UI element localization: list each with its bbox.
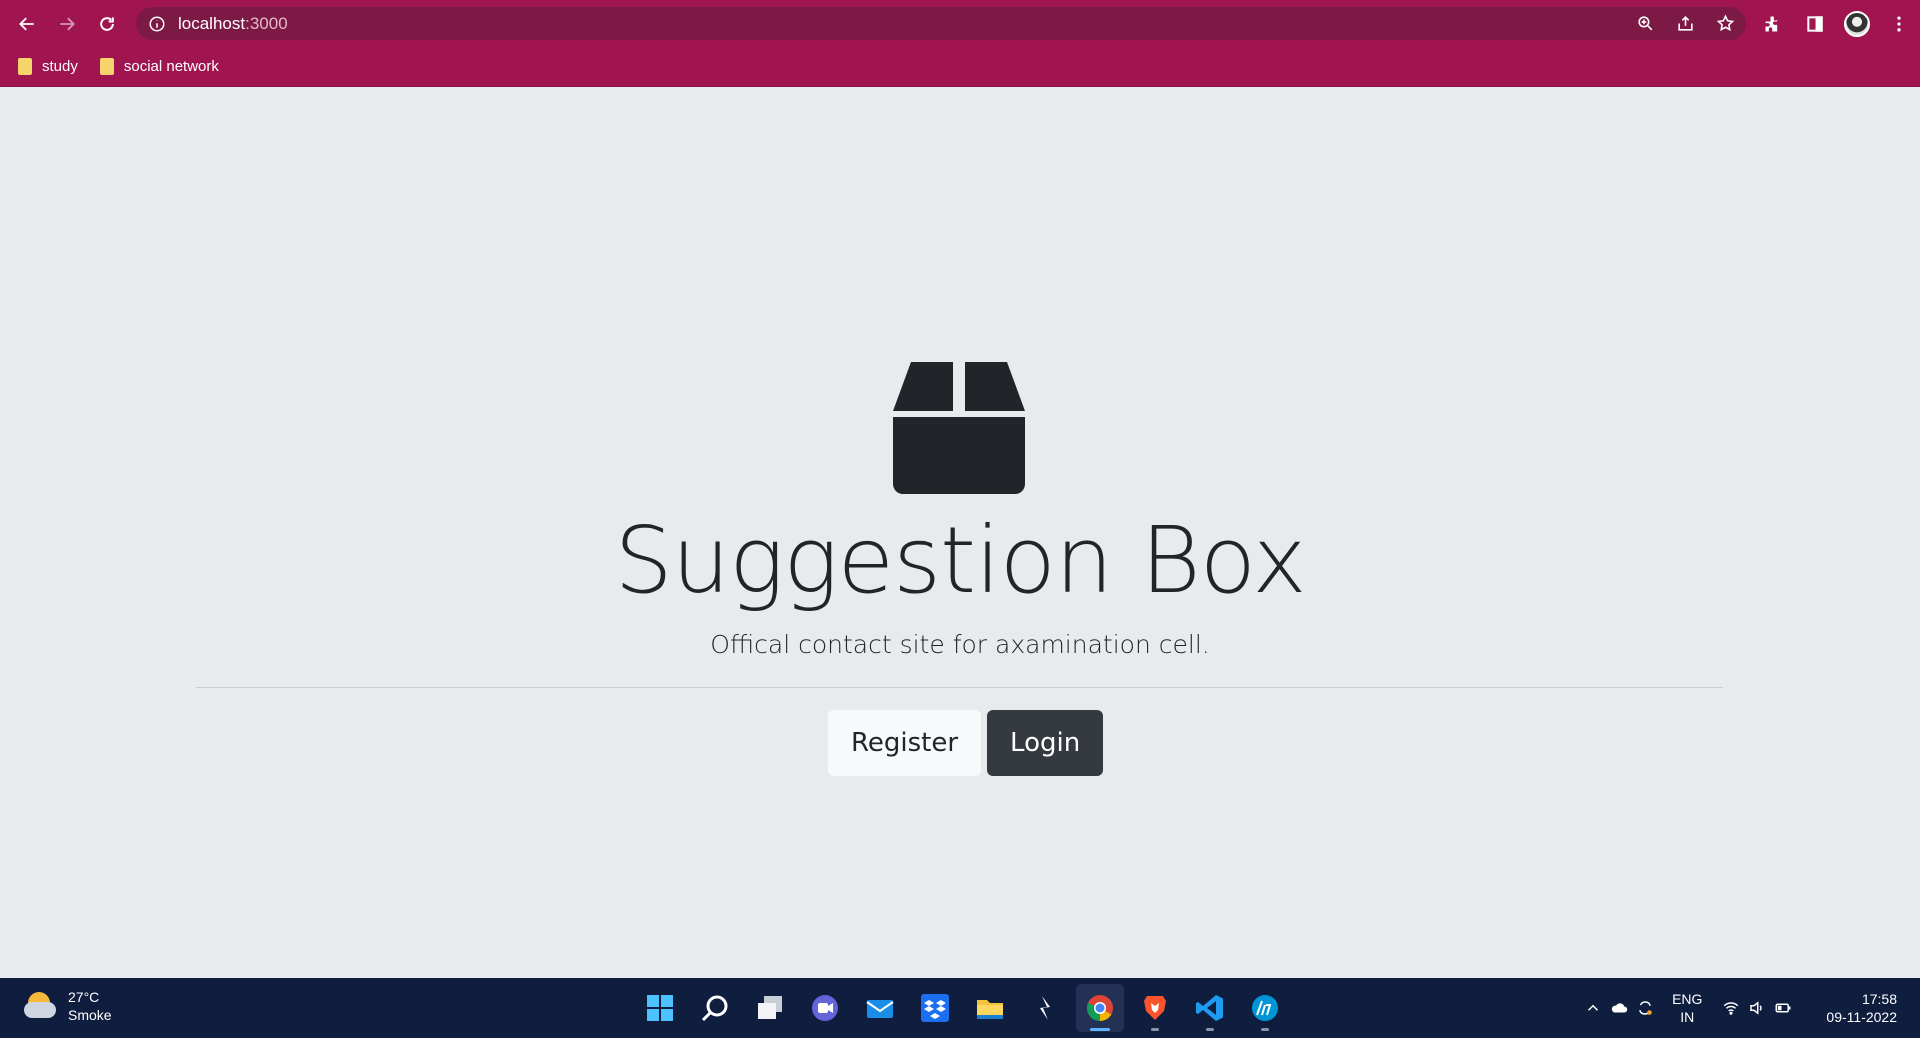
partly-cloudy-icon (24, 992, 56, 1020)
battery-icon[interactable] (1770, 995, 1796, 1021)
brave-button[interactable] (1131, 984, 1179, 1032)
teams-chat-button[interactable] (801, 984, 849, 1032)
folder-icon (99, 58, 114, 75)
open-indicator (1206, 1028, 1214, 1031)
brave-icon (1144, 996, 1166, 1020)
active-indicator (1090, 1028, 1110, 1031)
site-info-icon[interactable] (148, 15, 166, 33)
clock-time: 17:58 (1861, 991, 1897, 1007)
taskbar: 27°C Smoke ENG IN 17:58 09-11-2022 (0, 978, 1920, 1038)
dropbox-button[interactable] (911, 984, 959, 1032)
teams-chat-icon (812, 995, 838, 1021)
page-subtitle: Offical contact site for axamination cel… (710, 630, 1210, 659)
address-bar[interactable]: localhost:3000 (136, 7, 1746, 40)
mail-icon (866, 1000, 894, 1018)
file-explorer-button[interactable] (966, 984, 1014, 1032)
extensions-icon[interactable] (1758, 9, 1788, 39)
forward-arrow-icon (60, 17, 75, 30)
weather-temp: 27°C (68, 989, 100, 1005)
reload-button[interactable] (87, 4, 127, 44)
divider (196, 687, 1723, 688)
task-view-icon (758, 996, 782, 1019)
file-explorer-icon (977, 1000, 1003, 1019)
sync-icon[interactable] (1632, 995, 1658, 1021)
weather-widget[interactable]: 27°C Smoke (24, 988, 112, 1024)
hp-icon (1252, 995, 1278, 1021)
url-text[interactable]: localhost:3000 (178, 14, 288, 34)
avatar (1844, 10, 1870, 37)
task-view-button[interactable] (746, 984, 794, 1032)
wifi-icon[interactable] (1718, 995, 1744, 1021)
chrome-button[interactable] (1076, 984, 1124, 1032)
chrome-icon (1086, 995, 1113, 1022)
reload-icon (100, 16, 114, 31)
browser-toolbar: localhost:3000 (0, 0, 1920, 47)
cursor-app-icon (1040, 996, 1050, 1020)
language-code: ENG (1672, 991, 1703, 1007)
hp-button[interactable] (1241, 984, 1289, 1032)
url-port: :3000 (245, 13, 288, 33)
bookmark-label: social network (123, 58, 219, 75)
menu-kebab-icon[interactable] (1884, 9, 1914, 39)
folder-icon (18, 58, 32, 75)
cursor-app-button[interactable] (1021, 984, 1069, 1032)
mail-button[interactable] (856, 984, 904, 1032)
vscode-button[interactable] (1186, 984, 1234, 1032)
region-code: IN (1680, 1009, 1695, 1025)
page-title: Suggestion Box (614, 507, 1306, 614)
bookmarks-bar: study social network (0, 47, 1920, 87)
system-tray: ENG IN 17:58 09-11-2022 (1580, 978, 1920, 1038)
register-button[interactable]: Register (828, 710, 982, 776)
clock[interactable]: 17:58 09-11-2022 (1826, 990, 1897, 1026)
search-icon (701, 995, 728, 1022)
bookmark-label: study (42, 58, 78, 75)
weather-condition: Smoke (68, 1007, 112, 1023)
start-button[interactable] (636, 984, 684, 1032)
bookmark-social-network[interactable]: social network (99, 58, 219, 75)
login-button[interactable]: Login (987, 710, 1104, 776)
auth-buttons: Register Login (828, 710, 1104, 776)
onedrive-icon[interactable] (1606, 995, 1632, 1021)
vscode-icon (1196, 995, 1223, 1021)
box-seam-icon (893, 362, 1025, 494)
url-host: localhost (178, 13, 246, 33)
start-icon (647, 995, 673, 1021)
search-button[interactable] (691, 984, 739, 1032)
forward-button[interactable] (47, 4, 87, 44)
back-button[interactable] (7, 4, 47, 44)
page-viewport: Suggestion Box Offical contact site for … (0, 87, 1920, 978)
back-arrow-icon (19, 17, 34, 30)
clock-date: 09-11-2022 (1826, 1009, 1897, 1025)
volume-icon[interactable] (1744, 995, 1770, 1021)
profile-avatar[interactable] (1842, 9, 1872, 39)
zoom-icon[interactable] (1632, 11, 1658, 37)
bookmark-study[interactable]: study (18, 58, 78, 75)
share-icon[interactable] (1672, 11, 1698, 37)
dropbox-icon (921, 994, 949, 1022)
open-indicator (1261, 1028, 1269, 1031)
side-panel-icon[interactable] (1800, 9, 1830, 39)
taskbar-apps (636, 984, 1289, 1032)
language-indicator[interactable]: ENG IN (1672, 990, 1702, 1026)
chevron-up-icon[interactable] (1580, 995, 1606, 1021)
open-indicator (1151, 1028, 1159, 1031)
bookmark-star-icon[interactable] (1712, 11, 1738, 37)
